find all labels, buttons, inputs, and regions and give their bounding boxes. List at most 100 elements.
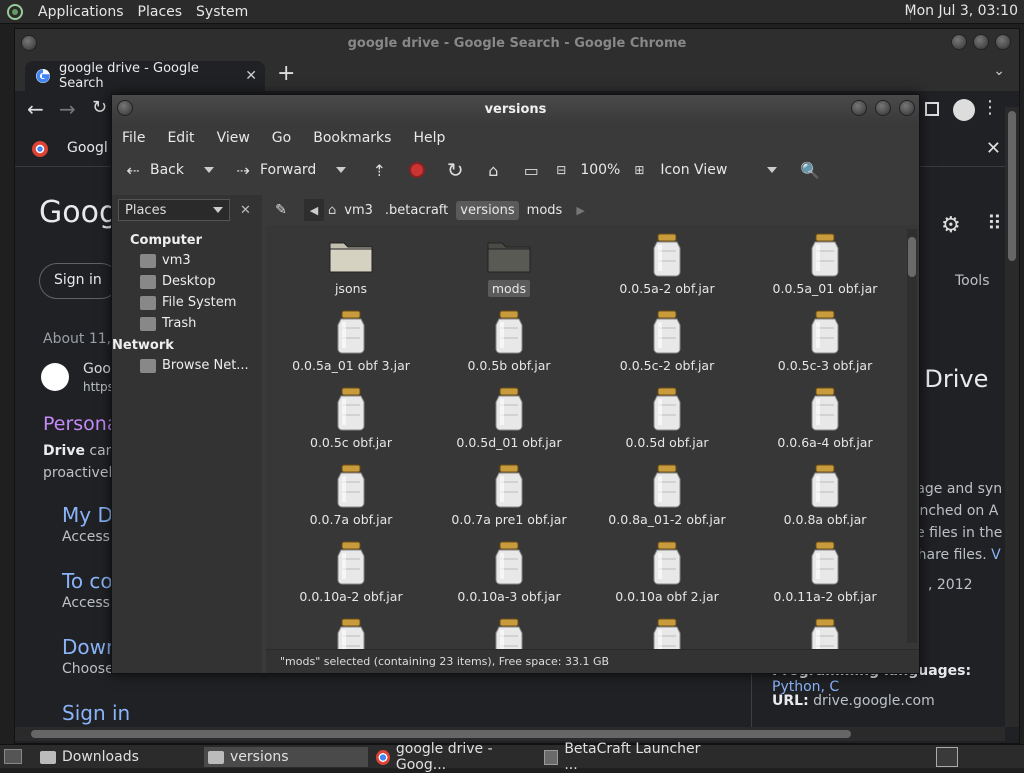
folder-item[interactable]: mods [430, 229, 588, 306]
sidebar-item-vm3[interactable]: vm3 [112, 250, 262, 271]
settings-gear-icon[interactable]: ⚙ [941, 213, 961, 238]
fm-maximize-button[interactable] [875, 100, 891, 116]
crumb-versions[interactable]: versions [456, 200, 519, 220]
back-arrow-icon[interactable]: ← [27, 97, 44, 121]
task-chrome[interactable]: google drive - Goog... [372, 741, 536, 773]
file-item[interactable] [746, 614, 904, 651]
sidebar-item-browse-network[interactable]: Browse Net... [112, 355, 262, 376]
tab-search-chevron-icon[interactable]: ⌄ [993, 63, 1005, 79]
file-manager-titlebar[interactable]: versions [112, 95, 919, 123]
forward-arrow-icon[interactable]: → [59, 97, 76, 121]
reload-icon[interactable]: ↻ [444, 158, 466, 182]
crumb-mods[interactable]: mods [523, 201, 567, 220]
applications-menu[interactable]: Applications [38, 4, 124, 20]
task-betacraft[interactable]: BetaCraft Launcher ... [540, 741, 710, 773]
file-item[interactable]: 0.0.7a obf.jar [272, 460, 430, 537]
sidebar-item-trash[interactable]: Trash [112, 313, 262, 334]
show-desktop-icon[interactable] [4, 749, 22, 764]
search-icon[interactable]: 🔍 [799, 159, 821, 181]
file-item[interactable]: 0.0.10a obf 2.jar [588, 537, 746, 614]
file-item[interactable]: 0.0.8a obf.jar [746, 460, 904, 537]
sidebar-item-file-system[interactable]: File System [112, 292, 262, 313]
forward-button[interactable]: ⇢ Forward [232, 159, 328, 181]
task-versions[interactable]: versions [204, 747, 368, 767]
apps-grid-icon[interactable]: ⠿ [987, 211, 1002, 235]
page-scrollbar[interactable] [1005, 107, 1019, 727]
fm-scrollbar-thumb[interactable] [908, 237, 916, 277]
system-logo-icon[interactable] [6, 3, 24, 21]
fm-close-button[interactable] [899, 100, 915, 116]
sidebar-close-icon[interactable]: ✕ [240, 203, 251, 218]
fm-minimize-button[interactable] [851, 100, 867, 116]
page-scrollbar-thumb[interactable] [1008, 111, 1016, 261]
chrome-tab[interactable]: google drive - Google Search ✕ [25, 61, 265, 91]
side-panel-icon[interactable] [925, 102, 939, 116]
workspace-switcher[interactable] [936, 747, 958, 767]
fm-scrollbar[interactable] [907, 229, 917, 643]
google-logo[interactable]: Goog [39, 195, 118, 230]
menu-help[interactable]: Help [413, 130, 445, 146]
path-scroll-right-icon[interactable]: ▶ [576, 204, 584, 217]
file-item[interactable]: 0.0.5a-2 obf.jar [588, 229, 746, 306]
menu-bookmarks[interactable]: Bookmarks [313, 130, 391, 146]
menu-go[interactable]: Go [272, 130, 291, 146]
file-item[interactable]: 0.0.8a_01-2 obf.jar [588, 460, 746, 537]
sign-in-link[interactable]: Sign in [62, 701, 130, 725]
back-history-dropdown-icon[interactable] [204, 167, 214, 173]
places-menu[interactable]: Places [138, 4, 183, 20]
up-arrow-icon[interactable]: ⇡ [368, 159, 390, 181]
file-item[interactable]: 0.0.5d_01 obf.jar [430, 383, 588, 460]
tab-close-icon[interactable]: ✕ [245, 68, 265, 84]
places-combo[interactable]: Places [118, 199, 230, 221]
edit-location-icon[interactable]: ✎ [270, 199, 292, 221]
reload-icon[interactable]: ↻ [92, 97, 107, 118]
crumb-betacraft[interactable]: .betacraft [381, 201, 452, 220]
chrome-window-menu-button[interactable] [21, 35, 37, 51]
sitelink-to-co[interactable]: To co [62, 569, 113, 593]
profile-avatar-icon[interactable] [953, 99, 975, 121]
file-item[interactable]: 0.0.10a-3 obf.jar [430, 537, 588, 614]
sidebar-item-desktop[interactable]: Desktop [112, 271, 262, 292]
file-item[interactable]: 0.0.5d obf.jar [588, 383, 746, 460]
zoom-out-icon[interactable]: ⊟ [550, 159, 572, 181]
view-mode-select[interactable]: Icon View [660, 162, 778, 178]
file-item[interactable]: 0.0.10a-2 obf.jar [272, 537, 430, 614]
kp-more-link[interactable]: V [991, 547, 1001, 563]
menu-edit[interactable]: Edit [167, 130, 194, 146]
chrome-menu-icon[interactable]: ⋮ [981, 97, 999, 118]
stop-icon[interactable] [406, 159, 428, 181]
file-item[interactable]: 0.0.5c-3 obf.jar [746, 306, 904, 383]
home-folder-icon[interactable]: ⌂ [482, 159, 504, 181]
result-title-link[interactable]: Persona [43, 413, 119, 435]
horizontal-scrollbar-thumb[interactable] [31, 730, 851, 738]
chrome-maximize-button[interactable] [973, 34, 989, 50]
infobar-close-icon[interactable]: ✕ [986, 138, 1001, 159]
folder-item[interactable]: jsons [272, 229, 430, 306]
zoom-in-icon[interactable]: ⊞ [628, 159, 650, 181]
tools-button[interactable]: Tools [955, 273, 990, 289]
fm-window-menu-button[interactable] [117, 100, 133, 116]
new-tab-icon[interactable]: + [277, 61, 295, 86]
crumb-vm3[interactable]: vm3 [340, 201, 377, 220]
computer-icon[interactable]: ▭ [520, 159, 542, 181]
file-item[interactable] [272, 614, 430, 651]
menu-file[interactable]: File [122, 130, 145, 146]
chrome-close-button[interactable] [995, 34, 1011, 50]
file-item[interactable]: 0.0.5c-2 obf.jar [588, 306, 746, 383]
kp-url-value[interactable]: drive.google.com [813, 693, 935, 709]
file-item[interactable]: 0.0.5b obf.jar [430, 306, 588, 383]
system-menu[interactable]: System [196, 4, 248, 20]
forward-history-dropdown-icon[interactable] [336, 167, 347, 173]
file-item[interactable] [430, 614, 588, 651]
panel-clock[interactable]: Mon Jul 3, 03:10 [905, 3, 1018, 19]
sign-in-button[interactable]: Sign in [39, 263, 119, 299]
path-scroll-left-icon[interactable]: ◀ [304, 199, 324, 221]
file-item[interactable]: 0.0.5a_01 obf 3.jar [272, 306, 430, 383]
file-item[interactable]: 0.0.5a_01 obf.jar [746, 229, 904, 306]
file-item[interactable]: 0.0.6a-4 obf.jar [746, 383, 904, 460]
task-downloads[interactable]: Downloads [36, 747, 196, 767]
back-button[interactable]: ⇠ Back [122, 159, 196, 181]
horizontal-scrollbar[interactable] [15, 727, 1005, 741]
file-item[interactable]: 0.0.5c obf.jar [272, 383, 430, 460]
file-item[interactable]: 0.0.7a pre1 obf.jar [430, 460, 588, 537]
